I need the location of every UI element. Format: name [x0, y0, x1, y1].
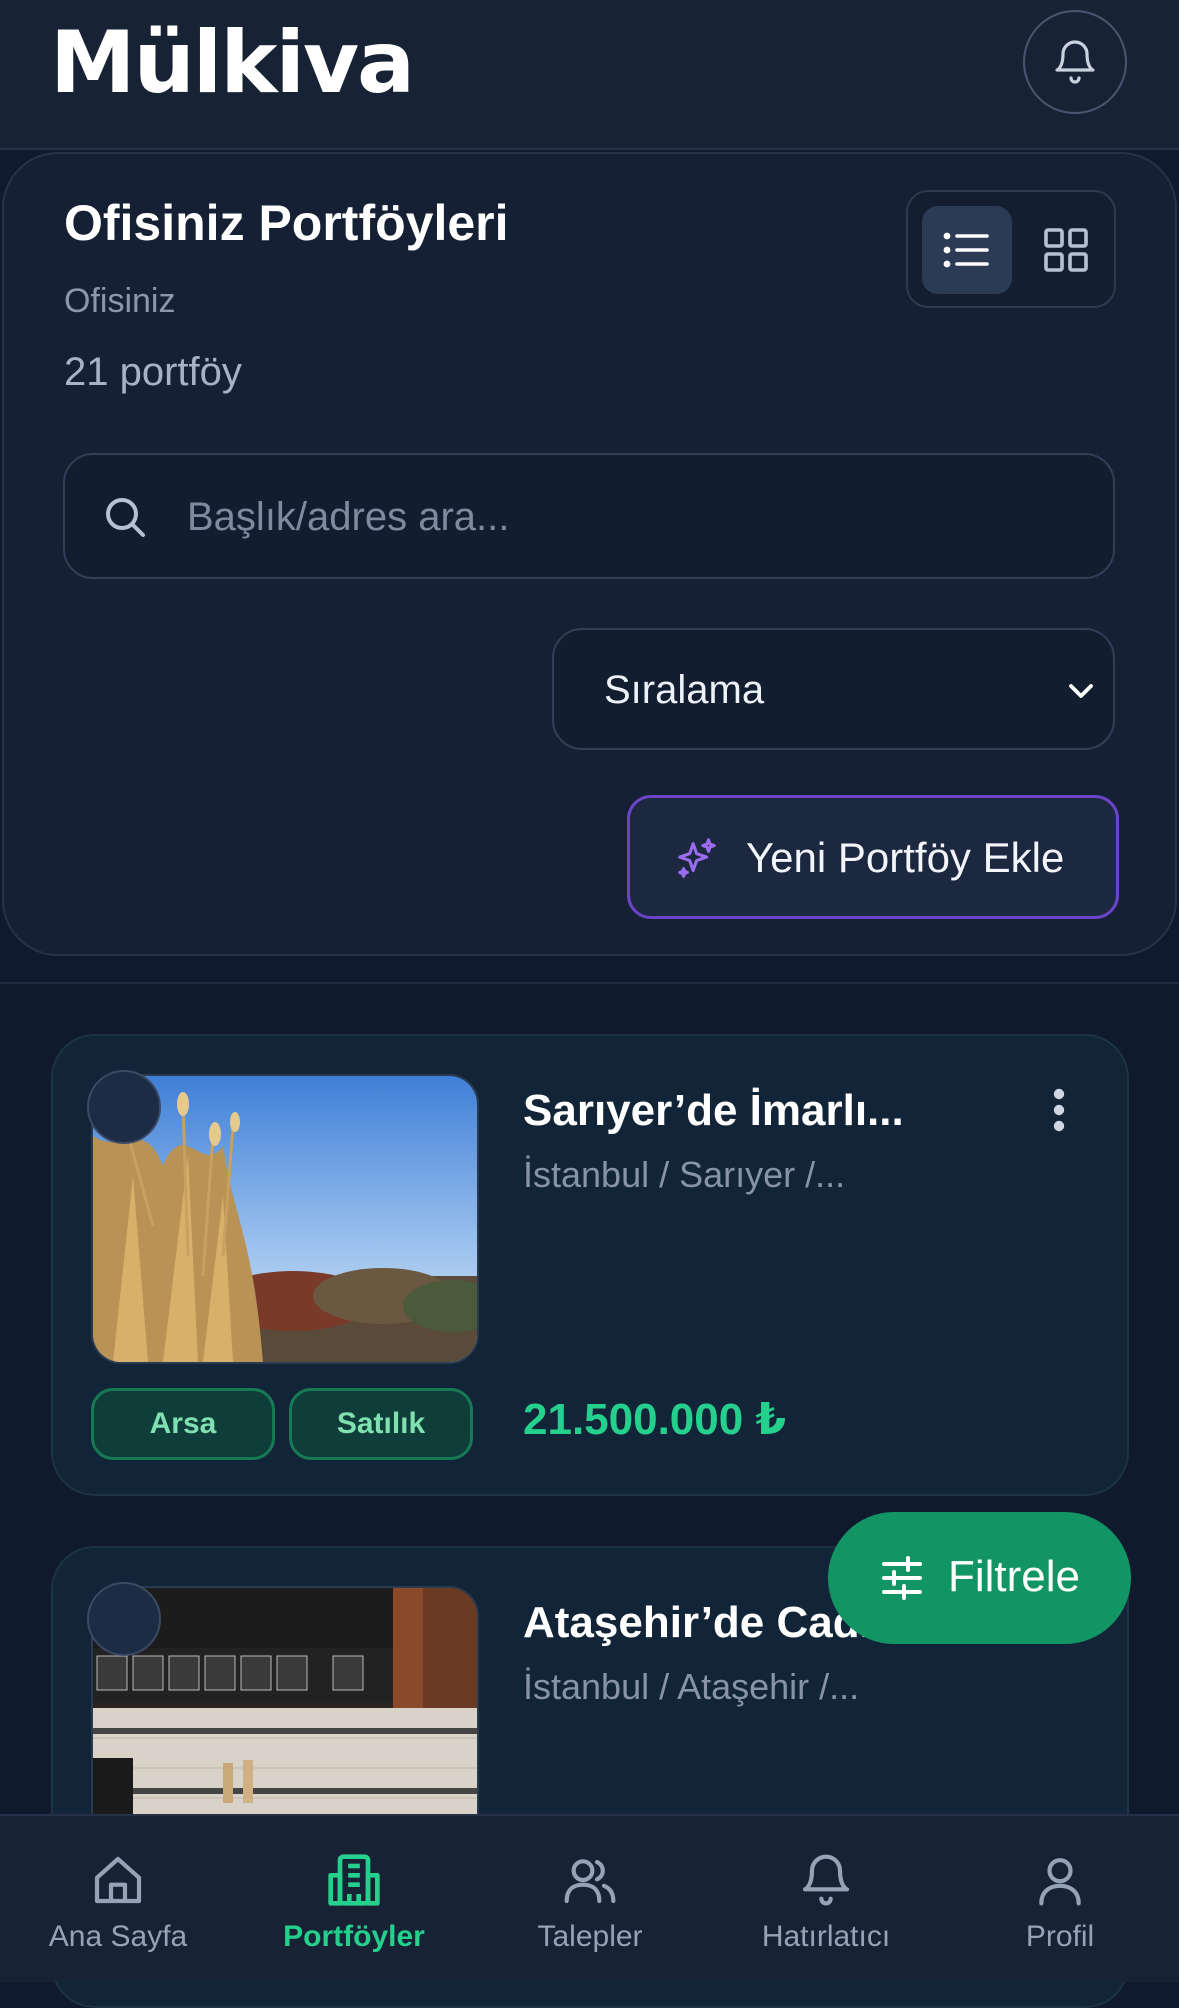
listing-type-badge: Satılık: [289, 1388, 473, 1460]
listing-location: İstanbul / Sarıyer /...: [523, 1154, 846, 1195]
users-icon: [564, 1859, 616, 1904]
sparkles-icon: [678, 838, 716, 878]
nav-requests-label: Talepler: [537, 1920, 643, 1953]
search-icon: [106, 498, 145, 537]
portfolio-list: Sarıyer’de İmarlı... İstanbul / Sarıyer …: [0, 982, 1179, 2008]
nav-requests[interactable]: Talepler: [502, 1816, 678, 1982]
nav-portfolios[interactable]: Portföyler: [266, 1816, 442, 1982]
sort-select-label: Sıralama: [604, 668, 765, 712]
list-icon: [943, 232, 989, 268]
sort-select[interactable]: Sıralama: [552, 628, 1115, 750]
chevron-down-icon: [1069, 684, 1093, 698]
view-mode-toggle: [906, 190, 1116, 308]
bell-icon: [1055, 40, 1095, 84]
portfolio-count: 21 portföy: [64, 350, 242, 394]
portfolio-card[interactable]: Sarıyer’de İmarlı... İstanbul / Sarıyer …: [51, 1034, 1129, 1496]
building-icon: [328, 1854, 380, 1906]
nav-profile-label: Profil: [1025, 1920, 1095, 1953]
listing-price: 21.500.000 ₺: [523, 1395, 787, 1444]
nav-home-label: Ana Sayfa: [48, 1920, 188, 1953]
listing-location: İstanbul / Ataşehir /...: [523, 1666, 860, 1707]
office-subtitle: Ofisiniz: [64, 282, 176, 320]
notifications-button[interactable]: [1023, 10, 1127, 114]
grid-view-button[interactable]: [1026, 206, 1106, 294]
more-vertical-icon[interactable]: [1049, 1088, 1069, 1132]
nav-reminders[interactable]: Hatırlatıcı: [738, 1816, 914, 1982]
select-checkbox[interactable]: [87, 1582, 161, 1656]
search-field: [63, 453, 1115, 579]
bell-icon: [802, 1854, 850, 1906]
grid-icon: [1044, 228, 1088, 272]
user-icon: [1039, 1858, 1081, 1906]
list-view-button[interactable]: [922, 206, 1012, 294]
top-bar: Mülkiva: [0, 0, 1179, 150]
select-checkbox[interactable]: [87, 1070, 161, 1144]
nav-home[interactable]: Ana Sayfa: [30, 1816, 206, 1982]
home-icon: [94, 1856, 142, 1904]
logo-text: Mülkiva: [50, 13, 415, 113]
app-logo[interactable]: Mülkiva: [50, 13, 415, 113]
filter-button-label: Filtrele: [948, 1552, 1081, 1601]
nav-portfolios-label: Portföyler: [283, 1920, 425, 1953]
bottom-navigation: Ana Sayfa Portföyler Talepler Hatırlatıc…: [0, 1814, 1179, 1982]
nav-reminders-label: Hatırlatıcı: [761, 1920, 891, 1953]
filter-button[interactable]: Filtrele: [828, 1512, 1131, 1644]
property-type-badge: Arsa: [91, 1388, 275, 1460]
sliders-icon: [882, 1556, 922, 1600]
search-input[interactable]: [185, 475, 1069, 559]
add-portfolio-button[interactable]: Yeni Portföy Ekle: [627, 795, 1119, 919]
listing-title: Sarıyer’de İmarlı...: [523, 1086, 904, 1135]
add-portfolio-label: Yeni Portföy Ekle: [746, 834, 1065, 881]
page-title: Ofisiniz Portföyleri: [64, 195, 509, 251]
nav-profile[interactable]: Profil: [972, 1816, 1148, 1982]
